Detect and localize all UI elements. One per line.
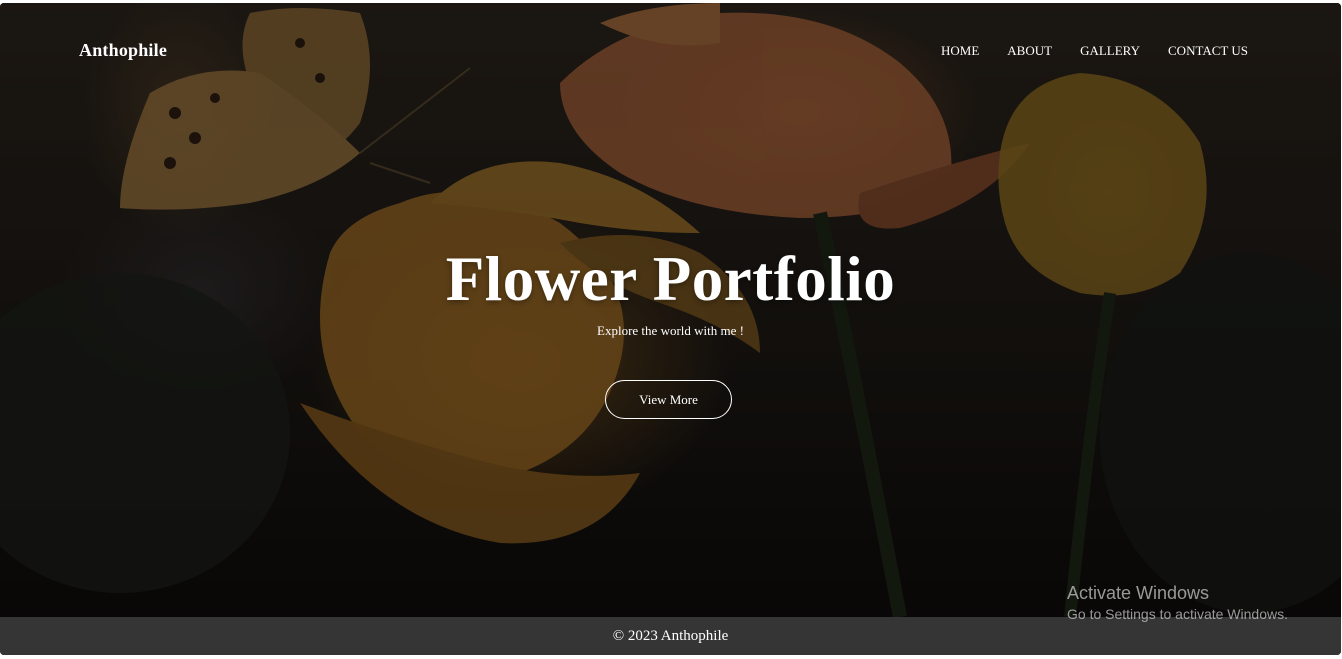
hero-section: Anthophile HOME ABOUT GALLERY CONTACT US… [0, 3, 1341, 617]
nav-about-link[interactable]: ABOUT [1007, 43, 1052, 59]
nav-gallery-link[interactable]: GALLERY [1080, 43, 1140, 59]
nav-home-link[interactable]: HOME [941, 43, 979, 59]
main-nav: HOME ABOUT GALLERY CONTACT US [913, 43, 1248, 59]
footer-copyright: © 2023 Anthophile [612, 627, 729, 644]
nav-contact-link[interactable]: CONTACT US [1168, 43, 1248, 59]
brand-logo[interactable]: Anthophile [79, 40, 167, 61]
browser-viewport: Anthophile HOME ABOUT GALLERY CONTACT US… [0, 3, 1341, 655]
site-footer: © 2023 Anthophile [0, 617, 1341, 655]
hero-title: Flower Portfolio [445, 244, 896, 314]
hero-subtitle: Explore the world with me ! [597, 323, 744, 338]
view-more-button[interactable]: View More [605, 380, 732, 419]
